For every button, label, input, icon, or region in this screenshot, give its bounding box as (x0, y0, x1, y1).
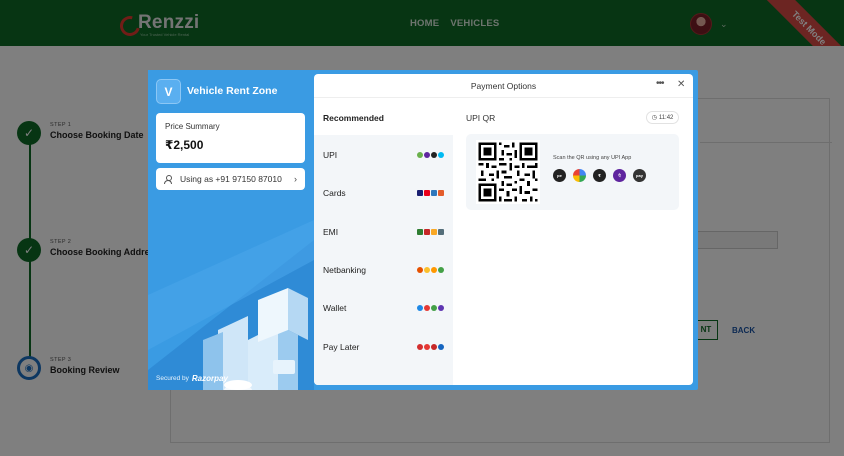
method-cards[interactable]: Cards (314, 174, 453, 212)
upi-apps-row: pe ₹ पे pay (553, 169, 646, 182)
merchant-panel: V Vehicle Rent Zone Price Summary ₹2,500… (148, 70, 314, 390)
timer-icon: ◷ (651, 115, 657, 121)
price-amount: ₹2,500 (165, 138, 204, 152)
merchant-logo: V (156, 79, 181, 104)
recommended-section[interactable]: Recommended (314, 98, 453, 135)
timer-value: 11:42 (658, 114, 674, 121)
chevron-right-icon: › (294, 174, 297, 184)
bhim-icon: pay (633, 169, 646, 182)
city-illustration (148, 220, 314, 390)
pay-later-icons (417, 344, 444, 350)
price-summary[interactable]: Price Summary ₹2,500 (156, 113, 305, 163)
payment-methods-list: Recommended UPI Cards EMI Netbanking Wal… (314, 98, 453, 385)
method-label: Cards (323, 188, 346, 198)
qr-timer: ◷ 11:42 (646, 111, 679, 124)
upi-qr-title: UPI QR (466, 113, 496, 123)
user-icon (164, 174, 172, 184)
method-wallet[interactable]: Wallet (314, 289, 453, 327)
method-label: UPI (323, 150, 338, 160)
payment-options-panel: Payment Options ••• ✕ Recommended UPI Ca… (314, 74, 693, 385)
user-contact-pill[interactable]: Using as +91 97150 87010 › (156, 168, 305, 190)
close-icon[interactable]: ✕ (677, 79, 685, 90)
method-netbanking[interactable]: Netbanking (314, 251, 453, 289)
wallet-icons (417, 305, 444, 311)
payment-header: Payment Options ••• ✕ (314, 74, 693, 98)
upi-app-icons (417, 152, 444, 158)
phonepe-purple-icon: पे (613, 169, 626, 182)
price-summary-label: Price Summary (165, 122, 220, 131)
razorpay-logo: Razorpay (191, 374, 228, 383)
secured-by-label: Secured by (156, 375, 189, 382)
more-options-icon[interactable]: ••• (656, 78, 664, 89)
paytm-icon: ₹ (593, 169, 606, 182)
upi-qr-code[interactable] (476, 140, 540, 204)
qr-card: Scan the QR using any UPI App pe ₹ पे pa… (466, 134, 679, 210)
google-pay-icon (573, 169, 586, 182)
method-label: Netbanking (323, 265, 367, 275)
scan-instruction: Scan the QR using any UPI App (553, 155, 632, 161)
user-contact-text: Using as +91 97150 87010 (180, 174, 282, 184)
bank-icons (417, 267, 444, 273)
secured-by-footer: Secured by Razorpay (156, 374, 228, 383)
method-label: EMI (323, 227, 339, 237)
merchant-name: Vehicle Rent Zone (187, 85, 278, 97)
payment-title: Payment Options (470, 81, 537, 91)
method-upi[interactable]: UPI (314, 136, 453, 174)
method-pay-later[interactable]: Pay Later (314, 328, 453, 366)
emi-bank-icons (417, 229, 444, 235)
method-emi[interactable]: EMI (314, 213, 453, 251)
card-network-icons (417, 190, 444, 196)
recommended-label: Recommended (323, 113, 384, 123)
method-label: Wallet (323, 303, 347, 313)
method-label: Pay Later (323, 342, 360, 352)
phonepe-icon: pe (553, 169, 566, 182)
